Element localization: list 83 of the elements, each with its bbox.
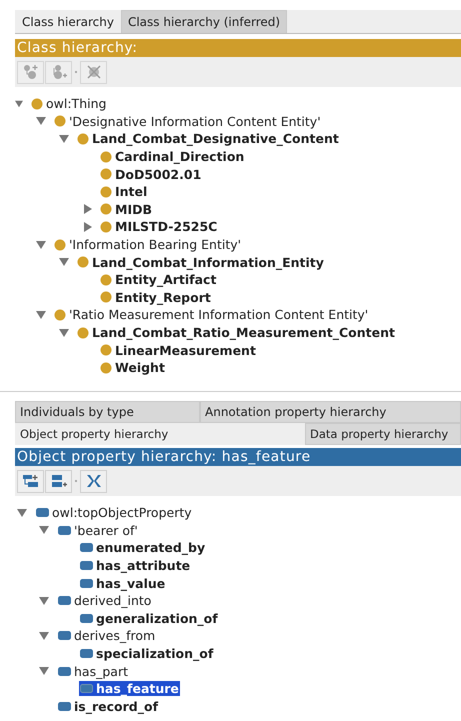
tree-item[interactable]: enumerated_by (79, 540, 206, 556)
tree-item[interactable]: Weight (115, 360, 165, 376)
property-icon (58, 526, 71, 535)
tree-item[interactable]: Land_Combat_Information_Entity (92, 254, 324, 270)
class-dot-icon (77, 256, 89, 268)
tree-item[interactable]: derived_into (57, 593, 152, 608)
property-icon (80, 578, 93, 588)
class-dot-icon (54, 115, 66, 128)
class-dot-icon (77, 326, 89, 339)
property-icon (80, 543, 93, 552)
tab[interactable]: Annotation property hierarchy (200, 401, 461, 423)
tree-item[interactable]: owl:topObjectProperty (35, 505, 193, 520)
collapsed-triangle-icon[interactable] (84, 204, 92, 214)
expanded-triangle-icon[interactable] (39, 632, 49, 640)
tree-item[interactable]: 'Ratio Measurement Information Content Entity' (69, 307, 368, 322)
expanded-triangle-icon[interactable] (36, 240, 46, 249)
property-icon (80, 561, 93, 570)
tree-item[interactable]: is_record_of (57, 698, 160, 714)
expanded-triangle-icon[interactable] (39, 596, 49, 605)
tree-item[interactable]: has_value (79, 576, 166, 591)
tree-item[interactable]: Entity_Report (115, 290, 211, 305)
tree-item[interactable]: Land_Combat_Designative_Content (92, 131, 339, 146)
class-dot-icon (100, 186, 112, 198)
expanded-triangle-icon[interactable] (39, 526, 49, 534)
property-icon (80, 649, 93, 658)
toolbar-button[interactable] (45, 470, 72, 492)
tree-item[interactable]: generalization_of (79, 610, 219, 626)
class-dot-icon (54, 238, 66, 251)
tree-item[interactable]: has_feature (79, 681, 180, 696)
collapsed-triangle-icon[interactable] (84, 222, 92, 232)
property-icon (80, 684, 93, 694)
tree-item[interactable]: Intel (115, 184, 148, 200)
expanded-triangle-icon[interactable] (15, 100, 23, 108)
expanded-triangle-icon[interactable] (39, 667, 49, 676)
property-icon (58, 666, 71, 676)
class-dot-icon (100, 344, 112, 356)
tree-item[interactable]: DoD5002.01 (115, 166, 202, 182)
tree-item[interactable]: 'Designative Information Content Entity' (69, 114, 321, 129)
expanded-triangle-icon[interactable] (59, 328, 69, 337)
tree-item[interactable]: owl:Thing (46, 96, 106, 112)
tree-item[interactable]: derives_from (57, 628, 156, 644)
tree-item[interactable]: MIDB (115, 202, 152, 217)
node-plus-icon (22, 64, 40, 80)
tab[interactable]: Class hierarchy (inferred) (120, 10, 288, 33)
tree-item[interactable]: 'Information Bearing Entity' (69, 237, 242, 252)
expanded-triangle-icon[interactable] (36, 310, 46, 319)
panel-title: Object property hierarchy: has_feature (15, 448, 461, 466)
tree-item[interactable]: 'bearer of' (57, 522, 139, 538)
node-plus-icon (22, 473, 40, 489)
class-dot-icon (100, 203, 112, 216)
expanded-triangle-icon[interactable] (59, 134, 69, 143)
property-icon (58, 596, 71, 606)
expanded-triangle-icon[interactable] (36, 117, 46, 126)
class-dot-icon (31, 98, 43, 110)
class-dot-icon (100, 168, 112, 180)
class-dot-icon (100, 220, 112, 233)
tree-item[interactable]: Cardinal_Direction (115, 149, 244, 164)
property-icon (36, 508, 49, 518)
cross-circle-icon (84, 64, 102, 80)
class-dot-icon (100, 291, 112, 304)
tab[interactable]: Individuals by type (15, 401, 200, 423)
property-icon (58, 702, 71, 711)
class-dot-icon (100, 362, 112, 374)
tree-item[interactable]: Land_Combat_Ratio_Measurement_Content (92, 325, 395, 340)
class-dot-icon (100, 150, 112, 163)
property-icon (80, 614, 93, 623)
class-dot-icon (77, 132, 89, 145)
class-dot-icon (54, 308, 66, 321)
tree-item[interactable]: LinearMeasurement (115, 342, 256, 358)
stack-plus-icon (50, 473, 68, 489)
property-icon (58, 631, 71, 640)
class-dot-icon (100, 274, 112, 286)
tab[interactable]: Data property hierarchy (305, 423, 461, 445)
panel-title: Class hierarchy: (15, 39, 461, 57)
toolbar-button[interactable] (17, 470, 44, 492)
toolbar-button[interactable] (80, 470, 107, 492)
tree-item[interactable]: Entity_Artifact (115, 272, 216, 288)
tree-item[interactable]: has_part (57, 664, 129, 679)
tree-item[interactable]: specialization_of (79, 646, 214, 662)
expanded-triangle-icon[interactable] (17, 508, 27, 517)
tree-item[interactable]: MILSTD-2525C (115, 219, 218, 234)
tree-item[interactable]: has_attribute (79, 558, 192, 574)
expanded-triangle-icon[interactable] (59, 258, 69, 266)
